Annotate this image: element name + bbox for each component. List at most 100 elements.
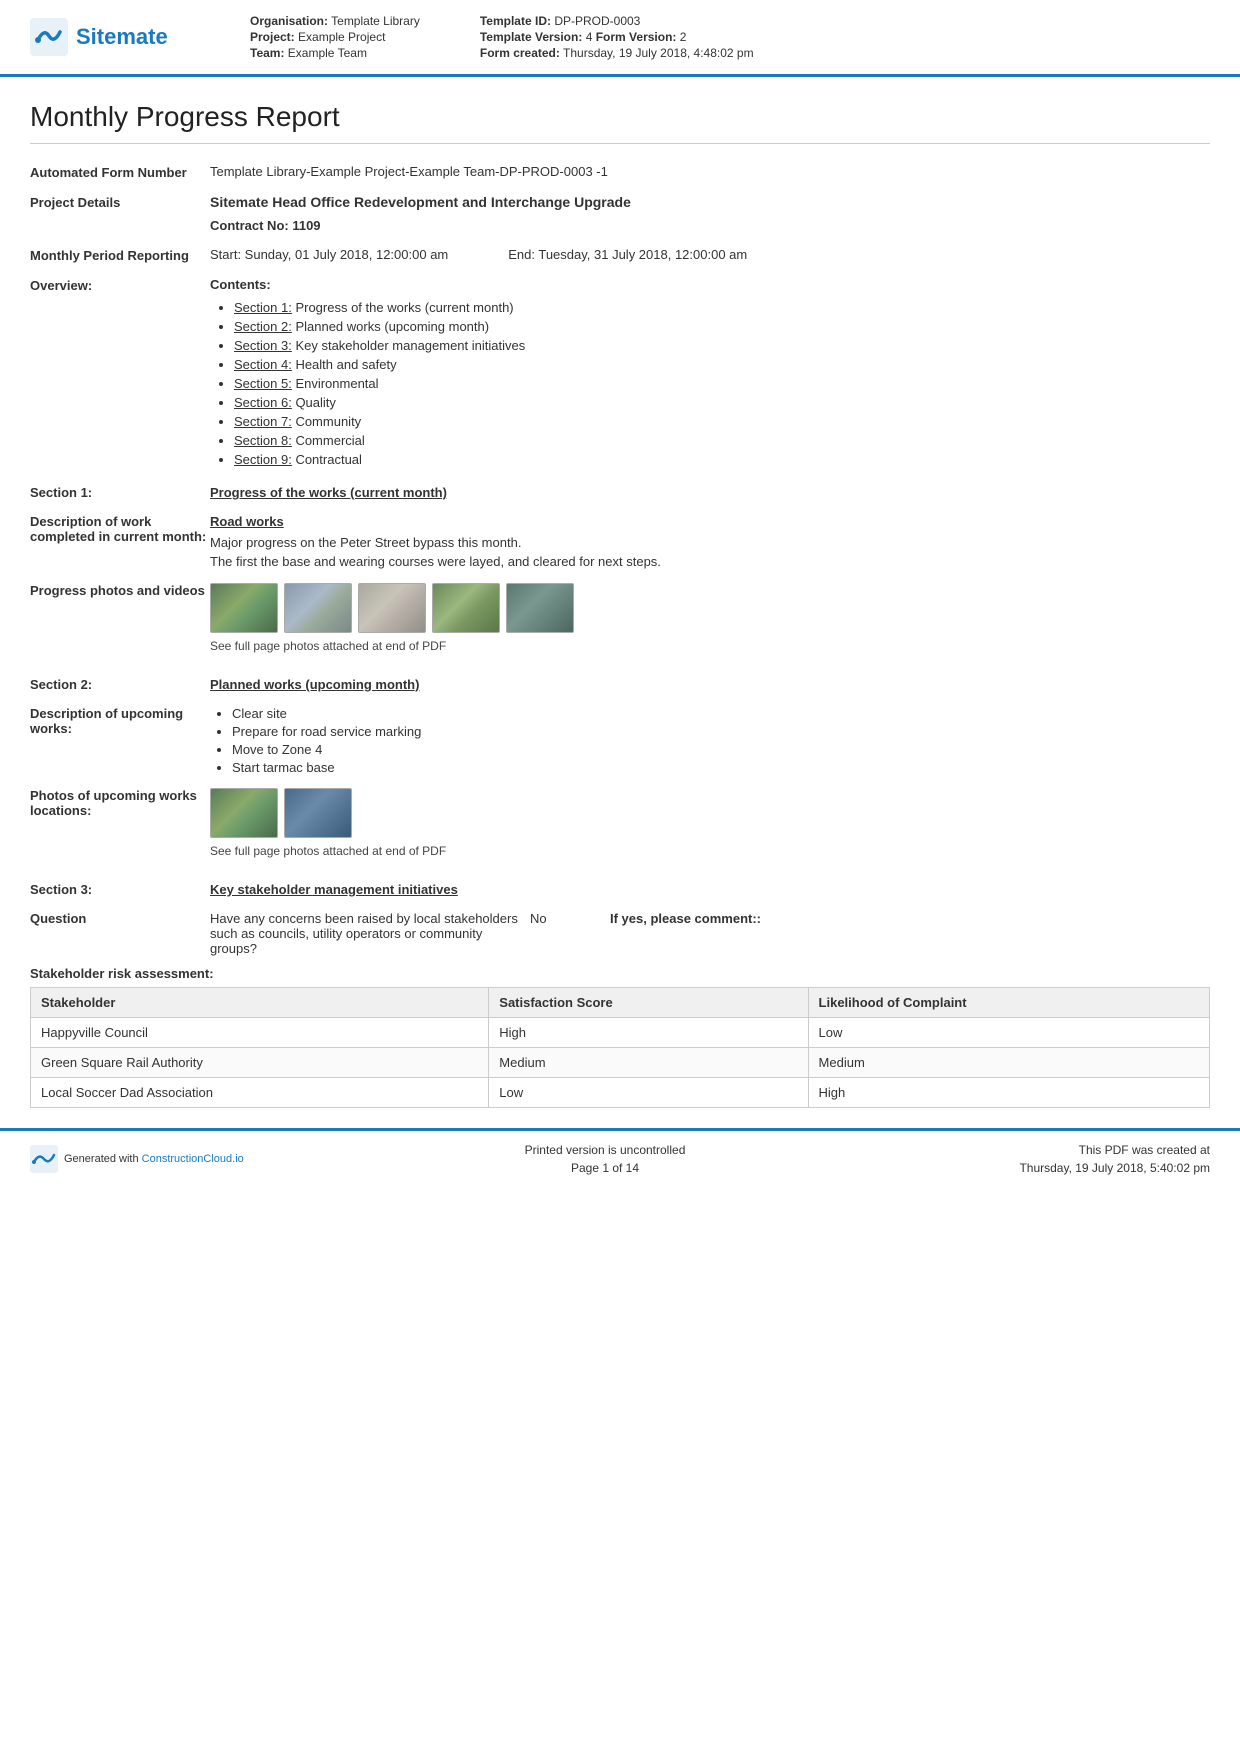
table-header: Stakeholder Satisfaction Score Likelihoo… [31,988,1210,1018]
period-start: Start: Sunday, 01 July 2018, 12:00:00 am [210,247,448,262]
project-details-row: Project Details Sitemate Head Office Red… [30,194,1210,233]
logo-area: Sitemate [30,18,250,56]
question-text: Have any concerns been raised by local s… [210,911,530,956]
overview-contents: Contents: Section 1: Progress of the wor… [210,277,1210,471]
likelihood-2: Medium [808,1048,1209,1078]
contents-item-1: Section 1: Progress of the works (curren… [234,300,1210,315]
sitemate-logo-icon [30,18,68,56]
template-version-line: Template Version: 4 Form Version: 2 [480,30,754,44]
photo-thumb-3 [358,583,426,633]
upcoming-photos-label: Photos of upcoming works locations: [30,788,210,818]
contents-item-5: Section 5: Environmental [234,376,1210,391]
question-answer: No [530,911,610,926]
monthly-period-value: Start: Sunday, 01 July 2018, 12:00:00 am… [210,247,1210,262]
upcoming-photos-thumbnails [210,788,1210,838]
team-line: Team: Example Team [250,46,420,60]
upcoming-caption: See full page photos attached at end of … [210,844,1210,858]
contents-item-3: Section 3: Key stakeholder management in… [234,338,1210,353]
overview-row: Overview: Contents: Section 1: Progress … [30,277,1210,471]
section2-label: Section 2: [30,677,210,692]
photo-thumb-1 [210,583,278,633]
report-title: Monthly Progress Report [30,101,1210,144]
table-row: Happyville Council High Low [31,1018,1210,1048]
section6-link[interactable]: Section 6: [234,395,292,410]
header-meta: Organisation: Template Library Project: … [250,14,1210,60]
likelihood-1: Low [808,1018,1209,1048]
contents-item-4: Section 4: Health and safety [234,357,1210,372]
page-header: Sitemate Organisation: Template Library … [0,0,1240,77]
upcoming-photo-thumb-1 [210,788,278,838]
upcoming-photos-row: Photos of upcoming works locations: See … [30,788,1210,872]
col-stakeholder: Stakeholder [31,988,489,1018]
period-end: End: Tuesday, 31 July 2018, 12:00:00 am [508,247,747,262]
section8-link[interactable]: Section 8: [234,433,292,448]
page-footer: Generated with ConstructionCloud.io Prin… [0,1128,1240,1187]
overview-label: Overview: [30,277,210,293]
footer-logo-icon [30,1145,58,1173]
section7-link[interactable]: Section 7: [234,414,292,429]
upcoming-works-value: Clear site Prepare for road service mark… [210,706,1210,778]
footer-logo: Generated with ConstructionCloud.io [30,1145,260,1173]
contents-item-7: Section 7: Community [234,414,1210,429]
upcoming-item-4: Start tarmac base [232,760,1210,775]
question-comment: If yes, please comment:: [610,911,1210,926]
road-works-title: Road works [210,514,1210,529]
logo-text: Sitemate [76,24,168,50]
photo-thumb-5 [506,583,574,633]
project-details-label: Project Details [30,194,210,210]
automated-form-value: Template Library-Example Project-Example… [210,164,1210,179]
section3-title: Key stakeholder management initiatives [210,882,458,897]
photos-thumbnails [210,583,1210,633]
section5-link[interactable]: Section 5: [234,376,292,391]
construction-cloud-link[interactable]: ConstructionCloud.io [142,1153,244,1165]
contents-item-2: Section 2: Planned works (upcoming month… [234,319,1210,334]
form-created-line: Form created: Thursday, 19 July 2018, 4:… [480,46,754,60]
contents-item-9: Section 9: Contractual [234,452,1210,467]
project-details-text: Sitemate Head Office Redevelopment and I… [210,194,1210,210]
desc-work-value: Road works Major progress on the Peter S… [210,514,1210,573]
section3-label: Section 3: [30,882,210,897]
progress-photos-row: Progress photos and videos See full page… [30,583,1210,667]
table-body: Happyville Council High Low Green Square… [31,1018,1210,1108]
progress-photos-label: Progress photos and videos [30,583,210,598]
section2-title: Planned works (upcoming month) [210,677,419,692]
col-satisfaction: Satisfaction Score [489,988,808,1018]
table-header-row: Stakeholder Satisfaction Score Likelihoo… [31,988,1210,1018]
section1-link[interactable]: Section 1: [234,300,292,315]
upcoming-item-3: Move to Zone 4 [232,742,1210,757]
section1-row: Section 1: Progress of the works (curren… [30,485,1210,500]
footer-center: Printed version is uncontrolled Page 1 o… [260,1141,950,1177]
section9-link[interactable]: Section 9: [234,452,292,467]
table-row: Green Square Rail Authority Medium Mediu… [31,1048,1210,1078]
photo-caption: See full page photos attached at end of … [210,639,1210,653]
photo-thumb-2 [284,583,352,633]
footer-pdf-line2: Thursday, 19 July 2018, 5:40:02 pm [950,1159,1210,1177]
automated-form-row: Automated Form Number Template Library-E… [30,164,1210,180]
upcoming-list: Clear site Prepare for road service mark… [210,706,1210,775]
section4-link[interactable]: Section 4: [234,357,292,372]
section3-link[interactable]: Section 3: [234,338,292,353]
progress-photos-value: See full page photos attached at end of … [210,583,1210,667]
automated-form-label: Automated Form Number [30,164,210,180]
contents-item-8: Section 8: Commercial [234,433,1210,448]
stakeholder-name-2: Green Square Rail Authority [31,1048,489,1078]
question-label: Question [30,911,210,926]
contents-list: Section 1: Progress of the works (curren… [210,300,1210,467]
contents-item-6: Section 6: Quality [234,395,1210,410]
section3-row: Section 3: Key stakeholder management in… [30,882,1210,897]
road-works-text2: The first the base and wearing courses w… [210,554,1210,569]
project-line: Project: Example Project [250,30,420,44]
section2-link[interactable]: Section 2: [234,319,292,334]
upcoming-photo-thumb-2 [284,788,352,838]
col-likelihood: Likelihood of Complaint [808,988,1209,1018]
contents-title: Contents: [210,277,1210,292]
satisfaction-3: Low [489,1078,808,1108]
question-row: Question Have any concerns been raised b… [30,911,1210,956]
org-line: Organisation: Template Library [250,14,420,28]
stakeholder-table: Stakeholder Satisfaction Score Likelihoo… [30,987,1210,1108]
section1-title: Progress of the works (current month) [210,485,447,500]
template-id-line: Template ID: DP-PROD-0003 [480,14,754,28]
footer-print-line1: Printed version is uncontrolled [260,1141,950,1159]
monthly-period-row: Monthly Period Reporting Start: Sunday, … [30,247,1210,263]
footer-right: This PDF was created at Thursday, 19 Jul… [950,1141,1210,1177]
